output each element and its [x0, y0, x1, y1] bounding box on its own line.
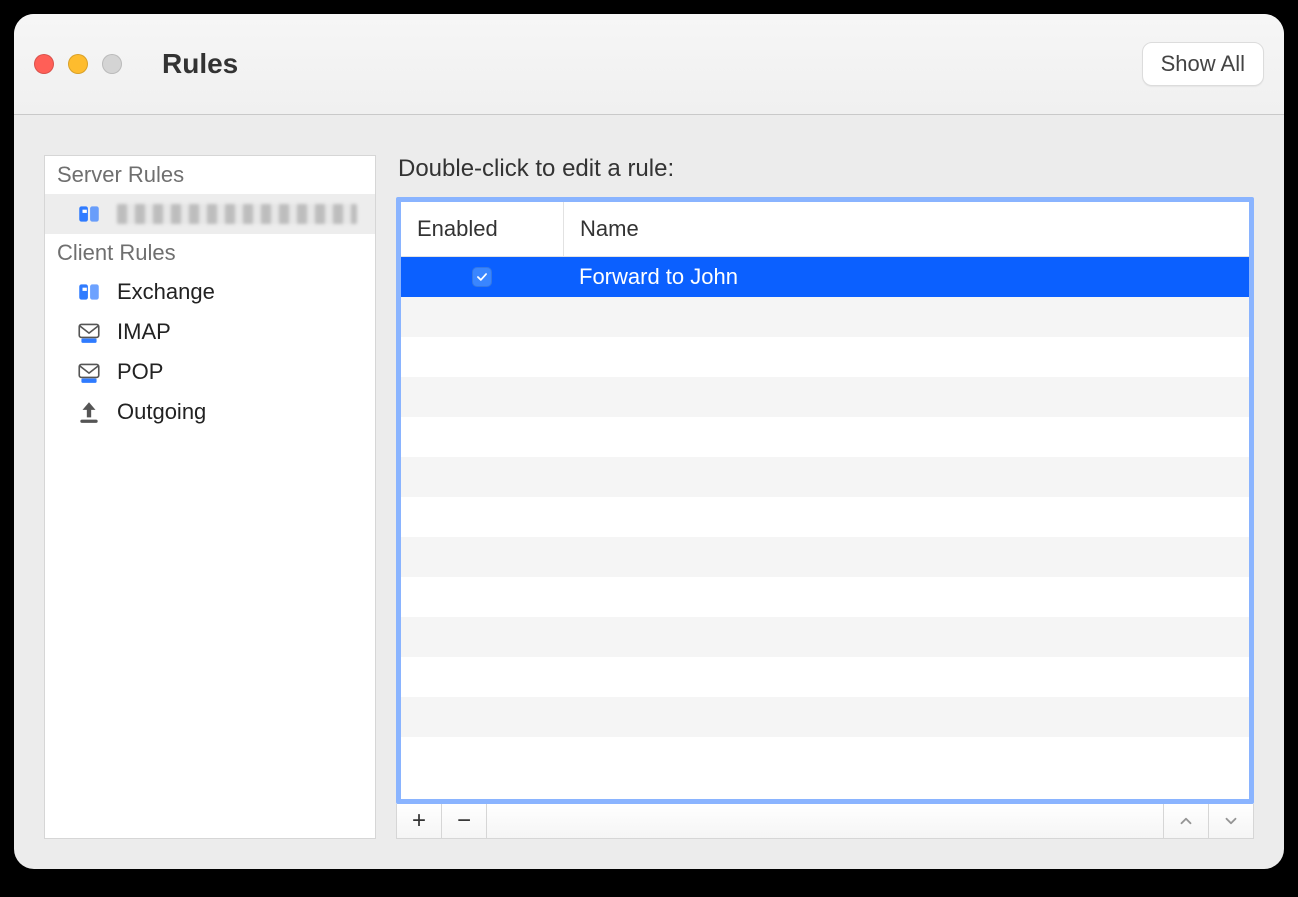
- remove-rule-button[interactable]: −: [442, 804, 487, 838]
- table-row: [401, 497, 1249, 537]
- checkmark-icon: [475, 270, 489, 284]
- window-body: Server Rules Client Rules Exchange: [14, 115, 1284, 869]
- sidebar-item-label: POP: [117, 359, 163, 385]
- table-row: [401, 577, 1249, 617]
- table-row: [401, 537, 1249, 577]
- section-header-client-rules: Client Rules: [45, 234, 375, 272]
- section-header-server-rules: Server Rules: [45, 156, 375, 194]
- redacted-label: [117, 204, 357, 224]
- table-footer: + −: [396, 804, 1254, 839]
- chevron-down-icon: [1222, 812, 1240, 830]
- pop-icon: [75, 358, 103, 386]
- window-title: Rules: [162, 48, 238, 80]
- table-row: [401, 697, 1249, 737]
- rules-pane: Double-click to edit a rule: Enabled Nam…: [396, 155, 1254, 839]
- minus-icon: −: [457, 807, 471, 835]
- add-rule-button[interactable]: +: [397, 804, 442, 838]
- sidebar-item-server-account[interactable]: [45, 194, 375, 234]
- table-row[interactable]: Forward to John: [401, 257, 1249, 297]
- table-row: [401, 417, 1249, 457]
- titlebar: Rules Show All: [14, 14, 1284, 115]
- cell-enabled: [401, 267, 563, 287]
- chevron-up-icon: [1177, 812, 1195, 830]
- hint-text: Double-click to edit a rule:: [398, 155, 1254, 183]
- traffic-lights: [34, 54, 122, 74]
- sidebar-item-label: Exchange: [117, 279, 215, 305]
- exchange-icon: [75, 200, 103, 228]
- rules-window: Rules Show All Server Rules Client Rules: [14, 14, 1284, 869]
- sidebar-item-label: Outgoing: [117, 399, 206, 425]
- sidebar-item-label: IMAP: [117, 319, 171, 345]
- close-window-button[interactable]: [34, 54, 54, 74]
- plus-icon: +: [412, 807, 426, 835]
- table-row: [401, 737, 1249, 777]
- sidebar-item-imap[interactable]: IMAP: [45, 312, 375, 352]
- imap-icon: [75, 318, 103, 346]
- show-all-button[interactable]: Show All: [1142, 42, 1264, 86]
- table-header: Enabled Name: [401, 202, 1249, 257]
- move-up-button[interactable]: [1163, 804, 1208, 838]
- column-header-enabled[interactable]: Enabled: [401, 202, 564, 256]
- table-row: [401, 617, 1249, 657]
- sidebar-item-outgoing[interactable]: Outgoing: [45, 392, 375, 432]
- sidebar-item-exchange[interactable]: Exchange: [45, 272, 375, 312]
- table-row: [401, 377, 1249, 417]
- footer-spacer: [487, 804, 1163, 838]
- column-header-name[interactable]: Name: [564, 202, 1249, 256]
- sidebar-item-pop[interactable]: POP: [45, 352, 375, 392]
- table-row: [401, 657, 1249, 697]
- cell-name: Forward to John: [563, 264, 1249, 290]
- minimize-window-button[interactable]: [68, 54, 88, 74]
- table-body: Forward to John: [401, 257, 1249, 799]
- exchange-icon: [75, 278, 103, 306]
- sidebar: Server Rules Client Rules Exchange: [44, 155, 376, 839]
- rules-table[interactable]: Enabled Name Forward to John: [396, 197, 1254, 804]
- zoom-window-button[interactable]: [102, 54, 122, 74]
- table-row: [401, 457, 1249, 497]
- table-row: [401, 297, 1249, 337]
- table-row: [401, 337, 1249, 377]
- enabled-checkbox[interactable]: [472, 267, 492, 287]
- move-down-button[interactable]: [1208, 804, 1253, 838]
- outgoing-icon: [75, 398, 103, 426]
